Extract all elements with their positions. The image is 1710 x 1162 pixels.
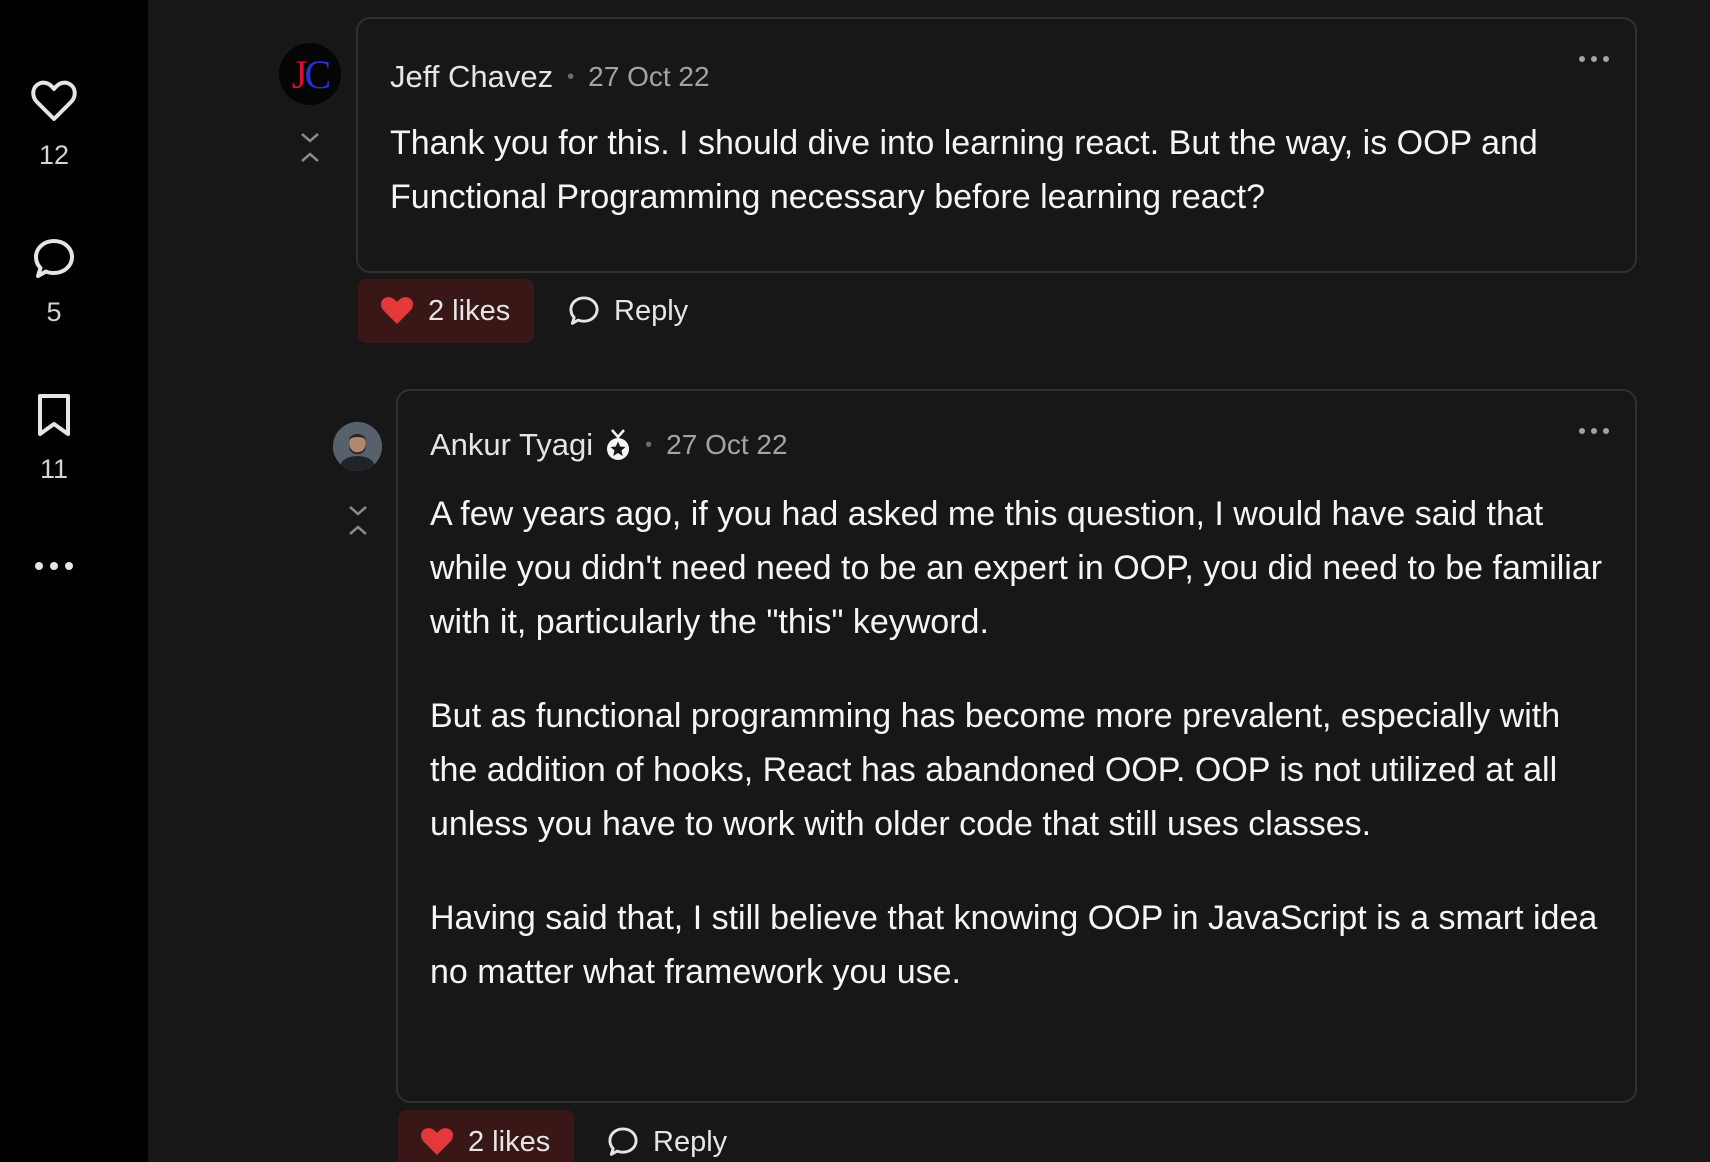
comment-card: Ankur Tyagi • 27 Oct 22 A few years ago,…: [396, 389, 1637, 1103]
more-actions-button[interactable]: [0, 560, 108, 572]
collapse-icon: [349, 506, 367, 535]
comment-paragraph: Having said that, I still believe that k…: [430, 899, 1598, 991]
heart-filled-icon: [381, 297, 413, 324]
reply-button[interactable]: Reply: [607, 1110, 727, 1162]
comment-card: Jeff Chavez • 27 Oct 22 Thank you for th…: [356, 17, 1637, 273]
comments-button[interactable]: 5: [0, 237, 108, 328]
comment-body: A few years ago, if you had asked me thi…: [430, 487, 1610, 999]
like-comment-button[interactable]: 2 likes: [358, 279, 535, 343]
reply-button[interactable]: Reply: [568, 279, 688, 343]
comment-body: Thank you for this. I should dive into l…: [390, 116, 1620, 224]
more-icon: [1579, 428, 1609, 434]
comment-menu-button[interactable]: [1577, 424, 1611, 438]
more-icon: [35, 562, 73, 570]
article-actions-sidebar: 12 5 11: [0, 0, 148, 1162]
avatar-initial-j: J: [291, 51, 307, 97]
user-photo-icon: [333, 422, 382, 471]
author-badge-icon: [605, 428, 631, 462]
collapse-icon: [301, 133, 319, 162]
like-article-button[interactable]: 12: [0, 80, 108, 171]
comment-icon: [608, 1127, 638, 1156]
more-icon: [1579, 56, 1609, 62]
avatar[interactable]: [333, 422, 382, 471]
comment-paragraph: But as functional programming has become…: [430, 697, 1561, 843]
bookmark-button[interactable]: 11: [0, 392, 108, 485]
heart-icon: [31, 80, 77, 121]
likes-label: 2 likes: [468, 1125, 551, 1158]
comment-date[interactable]: 27 Oct 22: [588, 61, 709, 93]
reply-label: Reply: [614, 294, 689, 327]
comment-paragraph: Thank you for this. I should dive into l…: [390, 124, 1538, 216]
bookmarks-count: 11: [39, 454, 69, 484]
comment-header: Ankur Tyagi • 27 Oct 22: [430, 427, 788, 463]
bookmark-icon: [38, 394, 70, 436]
likes-label: 2 likes: [428, 294, 511, 327]
like-comment-button[interactable]: 2 likes: [398, 1110, 575, 1162]
comment-header: Jeff Chavez • 27 Oct 22: [390, 59, 710, 95]
comment-author[interactable]: Jeff Chavez: [390, 59, 553, 95]
collapse-thread-button[interactable]: [346, 504, 370, 538]
comment-icon: [569, 296, 599, 325]
separator-dot: •: [567, 65, 575, 88]
comment-thread: JC Jeff Chavez • 27 Oct 22 Thank you for…: [148, 0, 1710, 1162]
comment-icon: [34, 239, 74, 278]
likes-count: 12: [38, 140, 70, 170]
reply-label: Reply: [653, 1125, 728, 1158]
separator-dot: •: [645, 433, 653, 456]
comment-menu-button[interactable]: [1577, 52, 1611, 66]
avatar-initial-c: C: [304, 51, 331, 97]
heart-filled-icon: [421, 1128, 453, 1155]
avatar[interactable]: JC: [279, 43, 341, 105]
comment-date[interactable]: 27 Oct 22: [666, 429, 787, 461]
comments-count: 5: [46, 297, 62, 327]
comment-paragraph: A few years ago, if you had asked me thi…: [430, 495, 1603, 641]
comment-author[interactable]: Ankur Tyagi: [430, 427, 593, 463]
collapse-thread-button[interactable]: [298, 131, 322, 165]
comments-page: 12 5 11 JC Jeff Chavez • 27 Oct 22 Thank…: [0, 0, 1710, 1162]
